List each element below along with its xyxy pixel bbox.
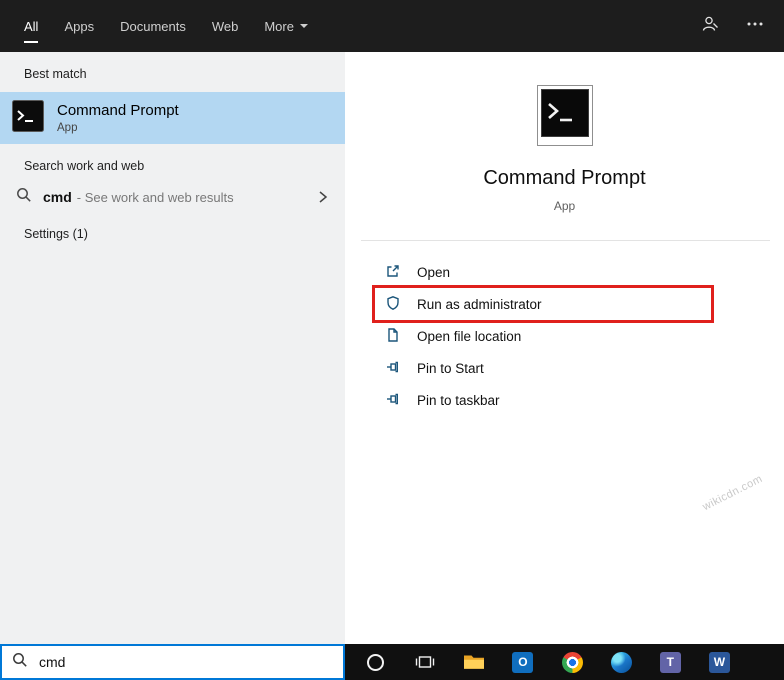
command-prompt-large-icon: [537, 85, 593, 146]
tab-documents[interactable]: Documents: [120, 0, 186, 52]
best-match-item[interactable]: Command Prompt App: [0, 92, 345, 144]
action-open-file-location-label: Open file location: [417, 329, 521, 344]
action-pin-to-taskbar[interactable]: Pin to taskbar: [375, 384, 711, 416]
file-location-icon: [385, 327, 401, 346]
best-match-text: Command Prompt App: [57, 102, 179, 134]
chrome-icon[interactable]: [559, 649, 585, 675]
pin-icon: [385, 359, 401, 378]
best-match-header: Best match: [24, 67, 345, 81]
action-pin-to-start-label: Pin to Start: [417, 361, 484, 376]
context-actions: Open Run as administrator Open file: [375, 256, 711, 416]
tab-more-label: More: [264, 19, 294, 34]
outlook-icon[interactable]: O: [510, 649, 536, 675]
open-icon: [385, 263, 401, 282]
detail-app-subtitle: App: [345, 199, 784, 213]
edge-logo: [611, 652, 632, 673]
tab-web-label: Web: [212, 19, 239, 34]
action-open[interactable]: Open: [375, 256, 711, 288]
taskbar: O T W: [345, 644, 784, 680]
web-search-suffix: - See work and web results: [77, 190, 234, 205]
settings-header: Settings (1): [24, 227, 345, 241]
best-match-title: Command Prompt: [57, 102, 179, 119]
taskbar-search-box[interactable]: [0, 644, 345, 680]
tab-all-label: All: [24, 19, 38, 34]
tab-all[interactable]: All: [24, 0, 38, 52]
run-as-admin-shield-icon: [385, 295, 401, 314]
search-icon: [16, 187, 32, 208]
topbar-actions: [700, 0, 764, 52]
chevron-right-icon[interactable]: [315, 189, 331, 210]
search-icon: [12, 652, 28, 673]
chevron-down-icon: [300, 24, 308, 28]
file-explorer-icon[interactable]: [461, 649, 487, 675]
web-search-query: cmd: [43, 189, 72, 205]
best-match-subtitle: App: [57, 122, 179, 134]
action-pin-to-start[interactable]: Pin to Start: [375, 352, 711, 384]
tab-apps[interactable]: Apps: [64, 0, 94, 52]
windows-search-flyout: All Apps Documents Web More: [0, 0, 784, 680]
tab-more[interactable]: More: [264, 0, 308, 52]
edge-icon[interactable]: [608, 649, 634, 675]
filter-tabs: All Apps Documents Web More: [0, 0, 784, 52]
action-open-file-location[interactable]: Open file location: [375, 320, 711, 352]
web-search-item[interactable]: cmd - See work and web results: [0, 182, 345, 212]
teams-icon[interactable]: T: [657, 649, 683, 675]
action-pin-to-taskbar-label: Pin to taskbar: [417, 393, 500, 408]
action-run-as-administrator-label: Run as administrator: [417, 297, 542, 312]
ellipsis-menu-icon[interactable]: [746, 15, 764, 38]
sign-in-options-icon[interactable]: [700, 14, 720, 39]
cortana-icon[interactable]: [363, 649, 389, 675]
task-view-icon[interactable]: [412, 649, 438, 675]
word-icon[interactable]: W: [706, 649, 732, 675]
search-results-panel: Best match Command Prompt App Search wor…: [0, 52, 345, 644]
pin-icon: [385, 391, 401, 410]
command-prompt-icon: [12, 100, 44, 137]
search-filter-bar: All Apps Documents Web More: [0, 0, 784, 52]
word-logo: W: [709, 652, 730, 673]
search-web-header: Search work and web: [24, 159, 345, 173]
search-input[interactable]: [39, 654, 309, 670]
chrome-logo: [562, 652, 583, 673]
tab-web[interactable]: Web: [212, 0, 239, 52]
tab-documents-label: Documents: [120, 19, 186, 34]
cortana-ring-icon: [367, 654, 384, 671]
detail-app-title: Command Prompt: [345, 167, 784, 190]
result-detail-panel: Command Prompt App Open: [345, 52, 784, 644]
action-run-as-administrator[interactable]: Run as administrator: [375, 288, 711, 320]
action-open-label: Open: [417, 265, 450, 280]
detail-divider: [361, 240, 770, 241]
outlook-logo: O: [512, 652, 533, 673]
teams-logo: T: [660, 652, 681, 673]
tab-apps-label: Apps: [64, 19, 94, 34]
